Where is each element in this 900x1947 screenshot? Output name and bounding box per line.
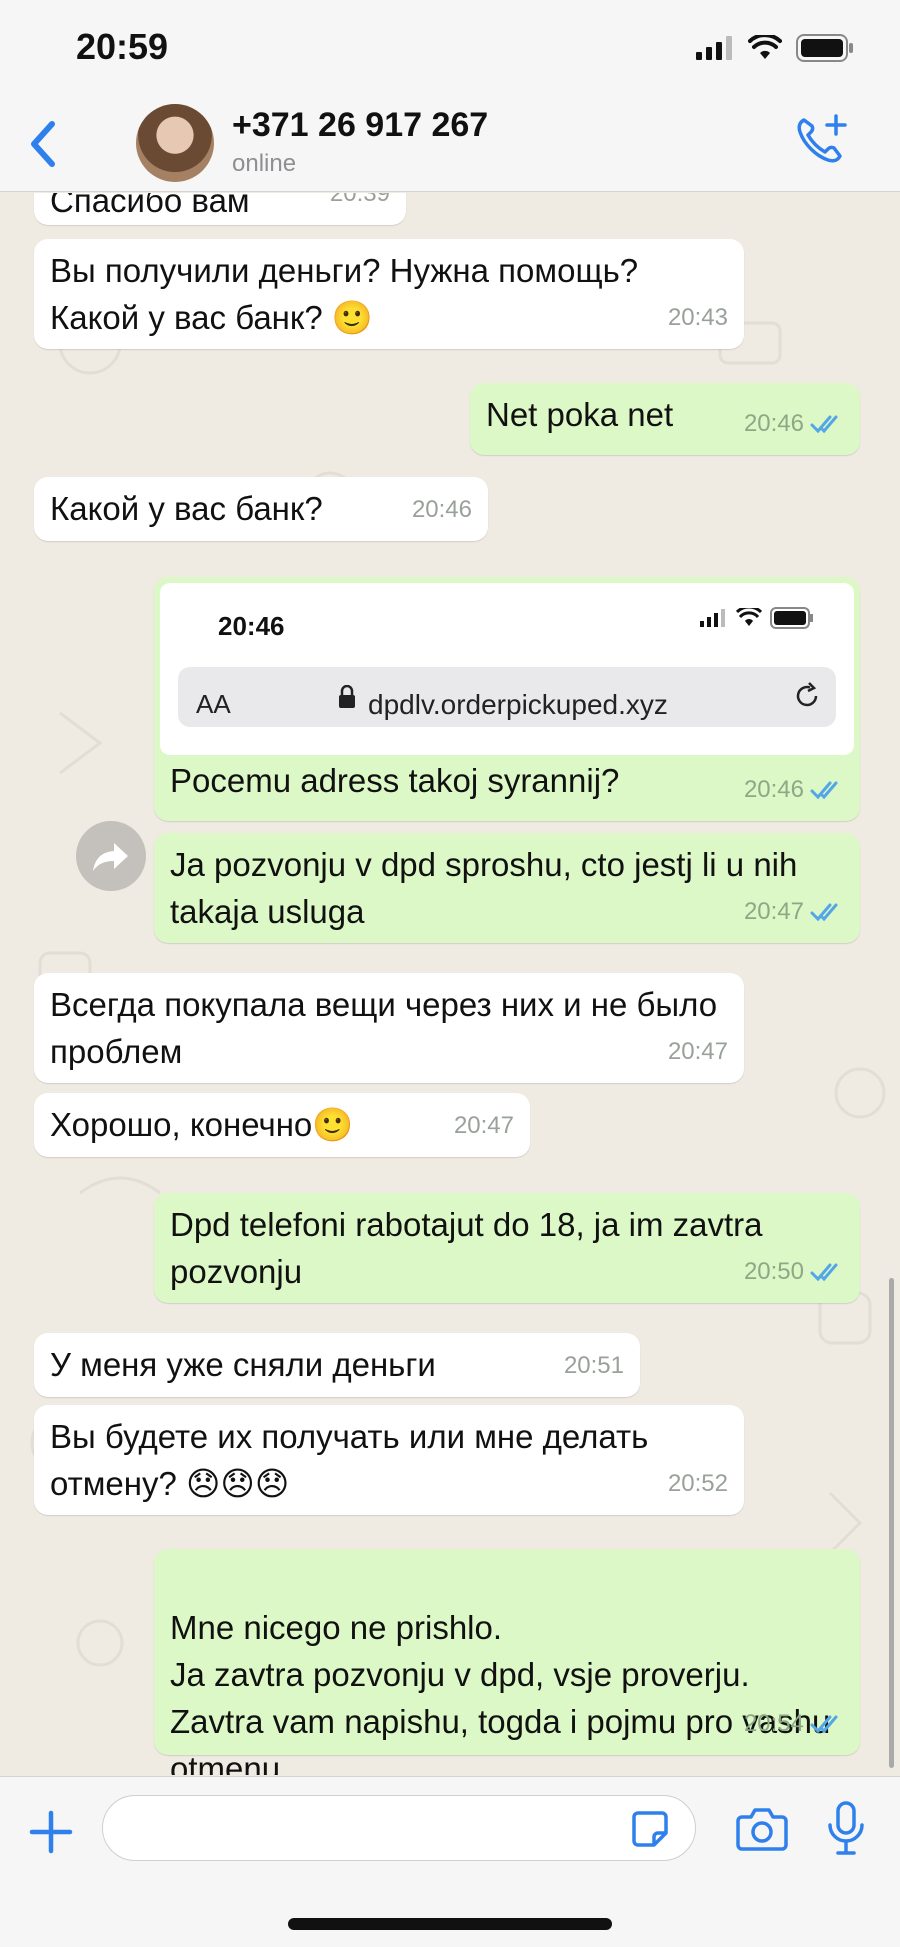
message-meta: 20:43 <box>668 294 728 341</box>
message-time: 20:39 <box>329 193 390 207</box>
message-meta: 20:51 <box>564 1342 624 1389</box>
wifi-icon <box>748 35 782 59</box>
message-meta: 20:50 <box>744 1248 844 1295</box>
message-text: Спасибо вам <box>50 193 250 219</box>
message-outgoing[interactable]: Mne nicego ne prishlo. Ja zavtra pozvonj… <box>154 1549 860 1775</box>
message-meta: 20:52 <box>668 1460 728 1507</box>
forward-button[interactable] <box>76 821 146 891</box>
screenshot-status-time: 20:46 <box>218 611 285 641</box>
message-text: Хорошо, конечно🙂 <box>50 1106 354 1143</box>
message-outgoing[interactable]: Net poka net 20:46 <box>470 383 860 455</box>
home-indicator <box>288 1918 612 1930</box>
message-time: 20:54 <box>743 1710 804 1737</box>
scrollbar[interactable] <box>889 1278 894 1768</box>
wifi-icon <box>736 608 762 626</box>
message-incoming[interactable]: Вы получили деньги? Нужна помощь? Какой … <box>34 239 744 349</box>
chat-header: +371 26 917 267 online <box>0 100 900 192</box>
message-meta: 20:47 <box>744 888 844 935</box>
message-text: Какой у вас банк? <box>50 490 323 527</box>
screenshot-status-icons <box>700 607 814 629</box>
message-time: 20:52 <box>667 1470 728 1497</box>
screenshot-image[interactable]: 20:46 AA dpdlv.orderpickuped.xyz <box>160 583 854 755</box>
message-text: Всегда покупала вещи через них и не было… <box>50 986 718 1070</box>
message-text: У меня уже сняли деньги <box>50 1346 436 1383</box>
lock-icon <box>339 685 355 708</box>
message-time: 20:46 <box>743 410 804 437</box>
message-meta: 20:39 <box>330 193 390 217</box>
read-ticks-icon <box>810 1263 838 1281</box>
message-time: 20:51 <box>563 1352 624 1379</box>
status-icons <box>696 34 854 62</box>
read-ticks-icon <box>810 1715 838 1733</box>
message-text: Ja pozvonju v dpd sproshu, cto jestj li … <box>170 846 798 930</box>
back-chevron-icon[interactable] <box>22 116 62 172</box>
message-text: Mne nicego ne prishlo. Ja zavtra pozvonj… <box>170 1609 831 1775</box>
message-text: Pocemu adress takoj syrannij? <box>170 762 620 799</box>
message-outgoing[interactable]: Dpd telefoni rabotajut do 18, ja im zavt… <box>154 1193 860 1303</box>
url-text: dpdlv.orderpickuped.xyz <box>368 689 668 720</box>
message-meta: 20:47 <box>668 1028 728 1075</box>
signal-icon <box>700 609 725 627</box>
reload-icon <box>796 682 818 707</box>
message-meta: 20:47 <box>454 1102 514 1149</box>
contact-name[interactable]: +371 26 917 267 <box>232 106 488 145</box>
read-ticks-icon <box>810 781 838 799</box>
read-ticks-icon <box>810 903 838 921</box>
url-bar: AA dpdlv.orderpickuped.xyz <box>178 667 836 727</box>
message-outgoing[interactable]: Ja pozvonju v dpd sproshu, cto jestj li … <box>154 833 860 943</box>
microphone-icon[interactable] <box>826 1801 866 1855</box>
message-input[interactable] <box>102 1795 696 1861</box>
contact-status: online <box>232 150 297 177</box>
phone-add-icon[interactable] <box>794 112 850 168</box>
battery-icon <box>796 34 853 62</box>
plus-icon[interactable] <box>26 1807 76 1857</box>
message-time: 20:47 <box>743 898 804 925</box>
message-meta: 20:46 <box>412 486 472 533</box>
signal-icon <box>696 36 732 60</box>
battery-icon <box>770 607 813 629</box>
message-incoming[interactable]: Вы будете их получать или мне делать отм… <box>34 1405 744 1515</box>
message-time: 20:50 <box>743 1258 804 1285</box>
read-ticks-icon <box>810 415 838 433</box>
message-text: Вы получили деньги? Нужна помощь? Какой … <box>50 252 639 336</box>
message-incoming[interactable]: Какой у вас банк? 20:46 <box>34 477 488 541</box>
message-outgoing-image[interactable]: 20:46 AA dpdlv.orderpickuped.xyz Pocemu … <box>154 577 860 821</box>
message-incoming[interactable]: Всегда покупала вещи через них и не было… <box>34 973 744 1083</box>
message-incoming[interactable]: Хорошо, конечно🙂 20:47 <box>34 1093 530 1157</box>
forward-arrow-icon <box>93 843 128 871</box>
message-meta: 20:46 <box>744 400 844 447</box>
status-bar: 20:59 <box>0 0 900 100</box>
chat-area[interactable]: Спасибо вам 20:39 Вы получили деньги? Ну… <box>0 193 900 1775</box>
message-text: Net poka net <box>486 396 674 433</box>
message-time: 20:47 <box>667 1038 728 1065</box>
message-incoming[interactable]: Спасибо вам 20:39 <box>34 193 406 225</box>
message-meta: 20:54 <box>744 1700 844 1747</box>
avatar[interactable] <box>136 104 214 182</box>
reader-aa: AA <box>196 689 231 719</box>
message-incoming[interactable]: У меня уже сняли деньги 20:51 <box>34 1333 640 1397</box>
message-input-bar <box>0 1776 900 1947</box>
message-time: 20:43 <box>667 304 728 331</box>
message-text: Вы будете их получать или мне делать отм… <box>50 1418 649 1502</box>
message-time: 20:46 <box>411 496 472 523</box>
message-time: 20:47 <box>453 1112 514 1139</box>
message-text: Dpd telefoni rabotajut do 18, ja im zavt… <box>170 1206 763 1290</box>
message-meta: 20:46 <box>744 766 844 813</box>
message-time: 20:46 <box>743 776 804 803</box>
sticker-icon[interactable] <box>630 1809 670 1849</box>
camera-icon[interactable] <box>736 1805 788 1851</box>
status-time: 20:59 <box>76 26 169 67</box>
